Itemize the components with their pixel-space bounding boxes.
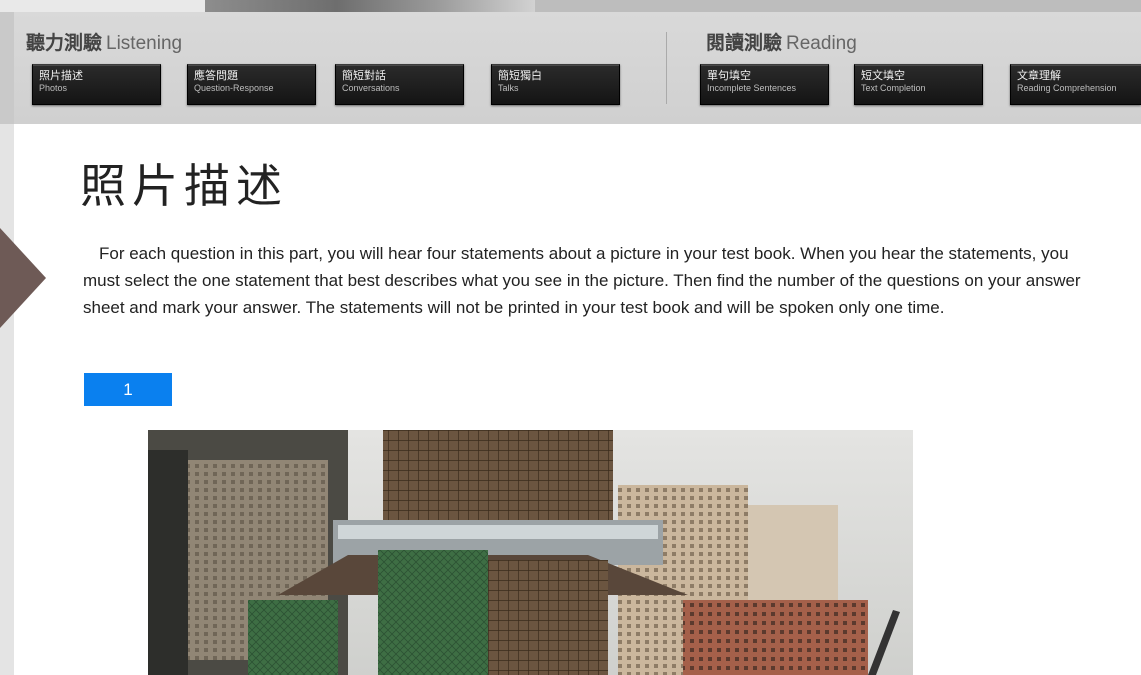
nav-button-text-completion[interactable]: 短文填空 Text Completion: [854, 64, 983, 105]
nav-button-incomplete-sentences[interactable]: 單句填空 Incomplete Sentences: [700, 64, 829, 105]
listening-section-title: 聽力測驗 Listening: [26, 28, 182, 55]
previous-arrow-icon[interactable]: [0, 228, 46, 328]
instructions-text: For each question in this part, you will…: [83, 244, 1081, 317]
nav-label-en: Question-Response: [194, 83, 274, 93]
section-divider: [666, 32, 667, 104]
nav-label-en: Conversations: [342, 83, 400, 93]
nav-label-zh: 單句填空: [707, 69, 751, 82]
background-photo: [205, 0, 535, 12]
nav-label-zh: 簡短對話: [342, 69, 386, 82]
background-left: [0, 124, 14, 675]
nav-button-talks[interactable]: 簡短獨白 Talks: [491, 64, 620, 105]
nav-label-zh: 照片描述: [39, 69, 83, 82]
nav-label-zh: 短文填空: [861, 69, 905, 82]
nav-label-zh: 簡短獨白: [498, 69, 542, 82]
listening-title-zh: 聽力測驗: [26, 32, 103, 54]
nav-label-en: Text Completion: [861, 83, 926, 93]
background-card: [0, 0, 205, 12]
reading-title-zh: 閱讀測驗: [706, 32, 783, 54]
nav-button-photos[interactable]: 照片描述 Photos: [32, 64, 161, 105]
listening-title-en: Listening: [106, 33, 183, 54]
question-photo: [148, 430, 913, 675]
section-navbar: 聽力測驗 Listening 閱讀測驗 Reading 照片描述 Photos 應答…: [14, 12, 1141, 124]
nav-label-en: Reading Comprehension: [1017, 83, 1117, 93]
nav-label-en: Incomplete Sentences: [707, 83, 797, 93]
nav-button-reading-comprehension[interactable]: 文章理解 Reading Comprehension: [1010, 64, 1141, 105]
nav-button-conversations[interactable]: 簡短對話 Conversations: [335, 64, 464, 105]
nav-button-question-response[interactable]: 應答問題 Question-Response: [187, 64, 316, 105]
nav-label-zh: 文章理解: [1017, 69, 1061, 82]
reading-section-title: 閱讀測驗 Reading: [706, 28, 857, 55]
nav-label-en: Photos: [39, 83, 68, 93]
page-title: 照片描述: [80, 159, 288, 213]
construction-photo-image: [148, 430, 913, 675]
nav-label-en: Talks: [498, 83, 519, 93]
nav-label-zh: 應答問題: [194, 69, 238, 82]
question-number-badge: 1: [84, 373, 172, 406]
reading-title-en: Reading: [786, 33, 857, 54]
